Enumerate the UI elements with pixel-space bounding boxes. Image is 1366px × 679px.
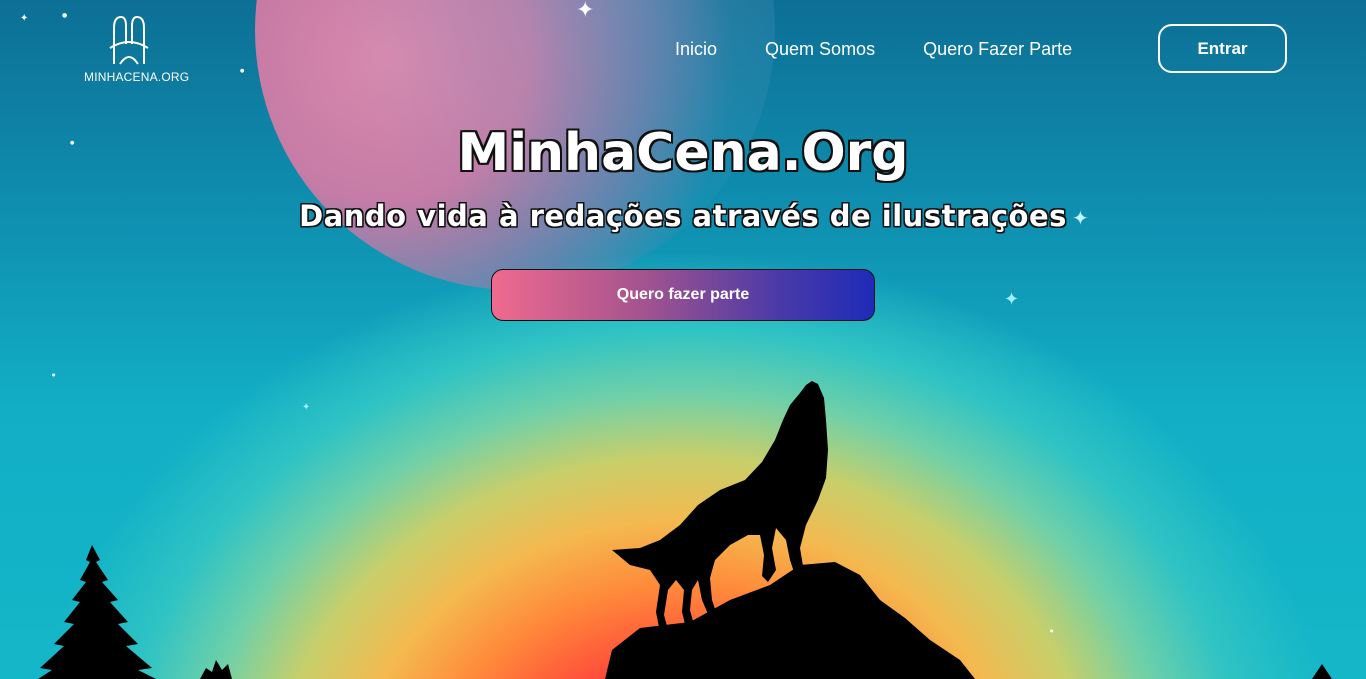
- login-button[interactable]: Entrar: [1158, 24, 1287, 73]
- hero-subtitle: Dando vida à redações através de ilustra…: [299, 199, 1067, 233]
- site-header: MINHACENA.ORG Inicio Quem Somos Quero Fa…: [0, 0, 1366, 100]
- hero-scene: ✦ ✦ ✦ ✦ ✦ ● ● ● ● ●: [0, 0, 1366, 679]
- nav-item-quero-fazer-parte[interactable]: Quero Fazer Parte: [923, 39, 1072, 60]
- hero-title: MinhaCena.Org: [457, 123, 909, 183]
- main-nav: Inicio Quem Somos Quero Fazer Parte: [675, 39, 1072, 60]
- mh-monogram-icon: [109, 15, 149, 65]
- wolf-silhouette-illustration: [38, 381, 1332, 679]
- nav-item-inicio[interactable]: Inicio: [675, 39, 717, 60]
- join-cta-button[interactable]: Quero fazer parte: [491, 269, 875, 321]
- nav-item-quem-somos[interactable]: Quem Somos: [765, 39, 875, 60]
- brand-logo[interactable]: MINHACENA.ORG: [80, 14, 189, 86]
- brand-wordmark: MINHACENA.ORG: [84, 70, 190, 84]
